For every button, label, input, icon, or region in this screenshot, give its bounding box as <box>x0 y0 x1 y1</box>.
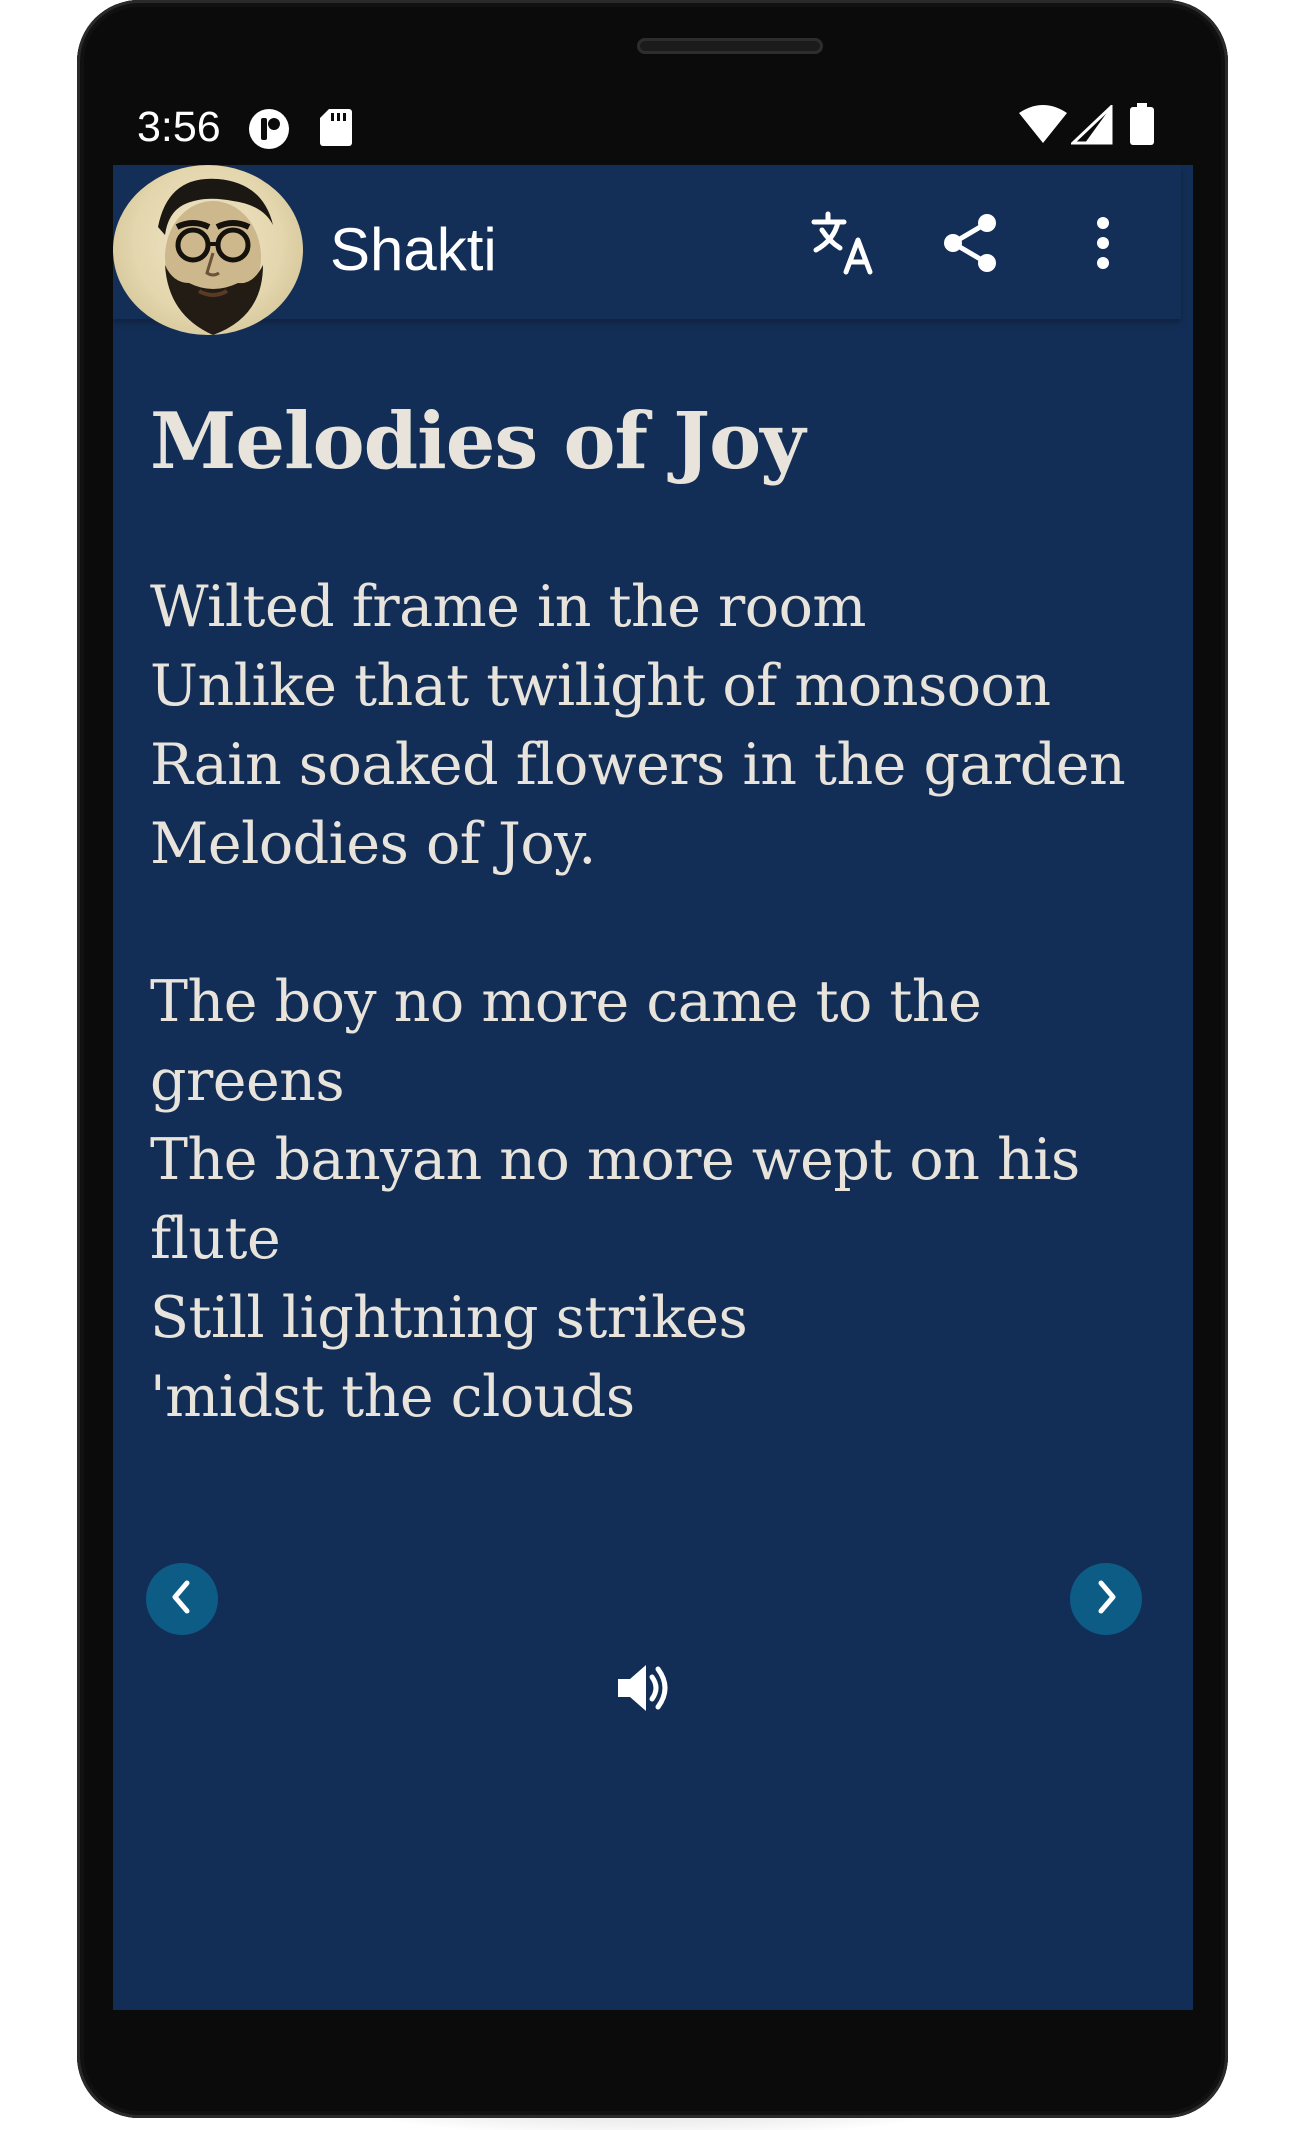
overflow-menu-button[interactable] <box>1063 205 1143 285</box>
cell-signal-icon <box>1069 103 1113 150</box>
previous-poem-button[interactable] <box>146 1563 218 1635</box>
share-icon <box>941 211 1001 280</box>
wifi-icon <box>1019 105 1067 150</box>
app-bar: Shakti <box>113 165 1181 335</box>
next-poem-button[interactable] <box>1070 1563 1142 1635</box>
poem-line: greens <box>150 1047 345 1114</box>
poem-line: Melodies of Joy. <box>150 810 596 877</box>
chevron-left-icon <box>167 1579 197 1620</box>
poem-content: Melodies of Joy Wilted frame in the room… <box>150 395 1160 1437</box>
earpiece-speaker <box>637 38 823 54</box>
translate-button[interactable] <box>803 205 883 285</box>
play-audio-button[interactable] <box>609 1655 679 1725</box>
sd-card-icon <box>319 107 353 152</box>
volume-up-icon <box>614 1659 674 1722</box>
poem-line: Unlike that twilight of monsoon <box>150 652 1051 719</box>
author-avatar[interactable] <box>113 165 303 335</box>
translate-icon <box>810 210 876 281</box>
app-title: Shakti <box>330 216 497 283</box>
more-vert-icon <box>1095 216 1111 275</box>
poem-title: Melodies of Joy <box>150 396 805 487</box>
stanza-2: The boy no more came to the greens The b… <box>150 963 1160 1437</box>
poem-line: Rain soaked flowers in the garden <box>150 731 1126 798</box>
status-time: 3:56 <box>137 103 221 151</box>
notification-app-icon <box>247 107 291 156</box>
poem-line: The banyan no more wept on his <box>150 1126 1080 1193</box>
share-button[interactable] <box>931 205 1011 285</box>
poem-line: flute <box>150 1205 281 1272</box>
stanza-1: Wilted frame in the room Unlike that twi… <box>150 568 1160 884</box>
battery-icon <box>1129 103 1155 152</box>
poem-line: The boy no more came to the <box>150 968 982 1035</box>
app-screen: Shakti Melodies of Joy Wilted frame in t… <box>113 165 1193 2010</box>
chevron-right-icon <box>1091 1579 1121 1620</box>
poem-line: 'midst the clouds <box>150 1363 635 1430</box>
poem-line: Wilted frame in the room <box>150 573 866 640</box>
status-bar: 3:56 <box>113 95 1193 165</box>
poem-line: Still lightning strikes <box>150 1284 748 1351</box>
